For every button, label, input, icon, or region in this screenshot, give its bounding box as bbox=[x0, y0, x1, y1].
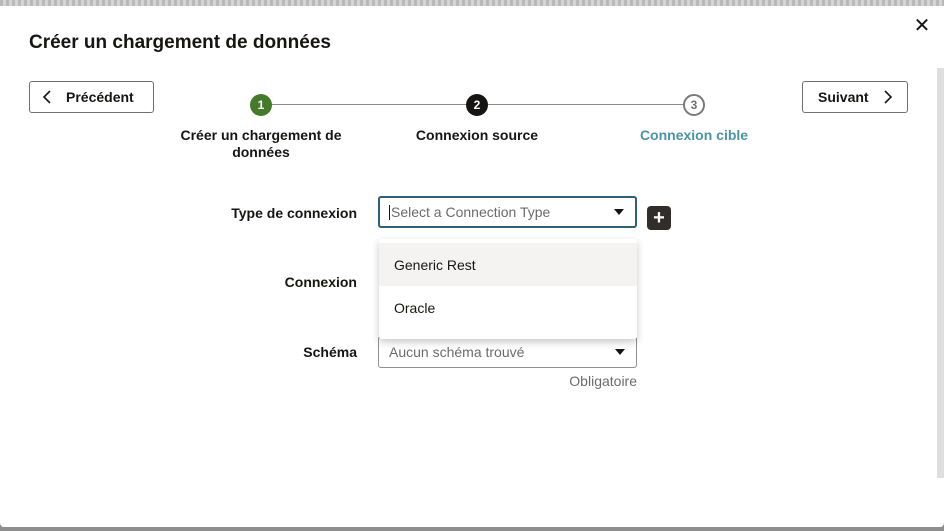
option-oracle[interactable]: Oracle bbox=[379, 286, 637, 329]
step-1-circle[interactable]: 1 bbox=[250, 94, 272, 116]
chevron-left-icon bbox=[42, 90, 52, 104]
add-connection-button[interactable]: + bbox=[647, 206, 671, 230]
create-data-load-dialog: ✕ Créer un chargement de données Précéde… bbox=[0, 6, 944, 527]
caret-down-icon[interactable] bbox=[615, 349, 625, 355]
previous-button[interactable]: Précédent bbox=[29, 81, 154, 113]
next-button-label: Suivant bbox=[818, 89, 869, 105]
next-button[interactable]: Suivant bbox=[802, 81, 908, 113]
step-connector-1-2 bbox=[272, 104, 466, 105]
step-3-circle[interactable]: 3 bbox=[683, 94, 705, 116]
schema-value: Aucun schéma trouvé bbox=[389, 344, 525, 360]
close-icon[interactable]: ✕ bbox=[912, 16, 932, 36]
connection-type-dropdown: Generic Rest Oracle bbox=[379, 239, 637, 339]
step-1-label: Créer un chargement de données bbox=[180, 127, 342, 160]
step-2-circle[interactable]: 2 bbox=[466, 94, 488, 116]
connection-label: Connexion bbox=[284, 274, 357, 290]
connection-type-select[interactable]: Select a Connection Type bbox=[378, 196, 637, 228]
text-cursor bbox=[389, 204, 390, 220]
chevron-right-icon bbox=[883, 90, 893, 104]
dialog-title: Créer un chargement de données bbox=[29, 32, 331, 53]
schema-required-helper: Obligatoire bbox=[569, 373, 637, 389]
caret-down-icon[interactable] bbox=[614, 209, 624, 215]
schema-label: Schéma bbox=[303, 344, 357, 360]
connection-type-label: Type de connexion bbox=[231, 205, 357, 221]
schema-select[interactable]: Aucun schéma trouvé bbox=[378, 336, 637, 368]
option-generic-rest[interactable]: Generic Rest bbox=[379, 243, 637, 286]
step-3-label[interactable]: Connexion cible bbox=[599, 127, 789, 144]
step-2-label: Connexion source bbox=[415, 127, 539, 143]
connection-type-placeholder: Select a Connection Type bbox=[391, 204, 551, 220]
step-connector-2-3 bbox=[488, 104, 683, 105]
previous-button-label: Précédent bbox=[66, 89, 134, 105]
scrollbar[interactable] bbox=[937, 68, 944, 478]
